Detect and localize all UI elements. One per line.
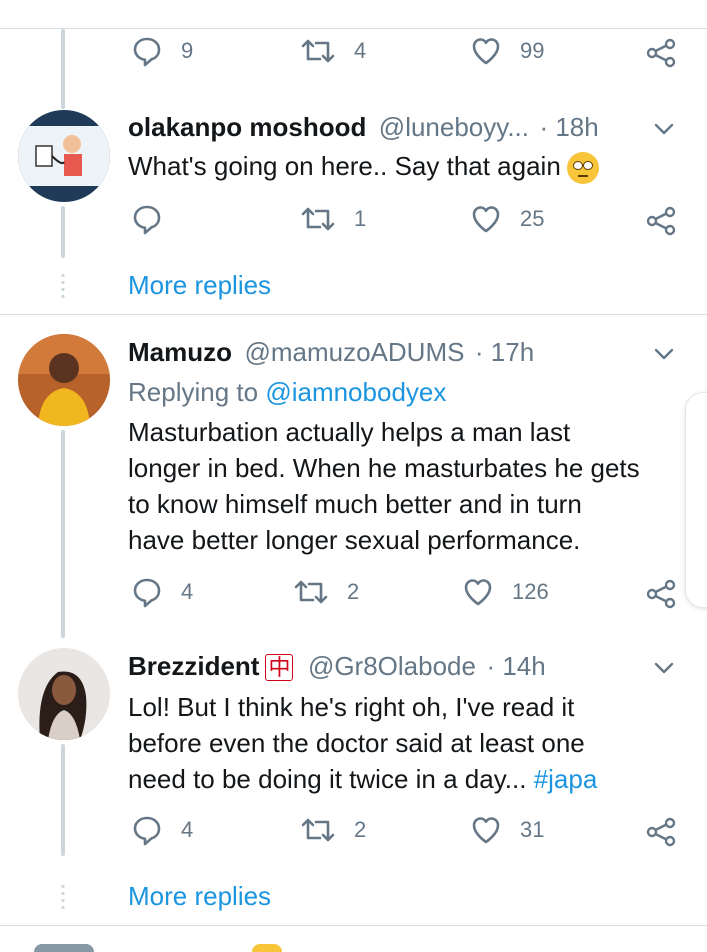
retweet-count: 4	[354, 38, 367, 63]
retweet-icon	[301, 818, 335, 842]
share-icon	[646, 817, 676, 847]
like-count: 126	[512, 579, 549, 604]
thread-divider-1	[0, 314, 707, 315]
retweet-button[interactable]: 4	[300, 35, 366, 67]
tweet-text-line: have better longer sexual performance.	[128, 525, 581, 555]
next-tweet-avatar-peek	[34, 944, 94, 952]
avatar-image	[18, 648, 110, 740]
user-handle[interactable]: @mamuzoADUMS	[244, 337, 464, 367]
retweet-icon	[301, 207, 335, 231]
retweet-count: 2	[354, 817, 367, 842]
tweet-actions: 9 4 99	[0, 35, 707, 75]
tweet-text-line-last: need to be doing it twice in a day... #j…	[128, 761, 688, 797]
tweet-text-line: Masturbation actually helps a man last	[128, 417, 571, 447]
rolling-eyes-emoji-icon	[566, 152, 599, 185]
tweet-time[interactable]: · 17h	[475, 337, 534, 367]
share-icon	[646, 206, 676, 236]
display-name[interactable]: Mamuzo	[128, 337, 232, 367]
thread-ellipsis-dots	[61, 883, 65, 911]
replying-to: Replying to @iamnobodyex	[128, 377, 446, 407]
display-name[interactable]: Brezzident	[128, 651, 259, 681]
tweet-actions: 4 2 126	[0, 576, 707, 616]
tweet-time[interactable]: · 14h	[486, 651, 545, 681]
like-button[interactable]: 126	[462, 576, 549, 608]
mahjong-emoji-badge: 中	[265, 654, 294, 681]
reply-icon	[133, 37, 161, 67]
heart-icon	[464, 579, 492, 606]
retweet-button[interactable]: 1	[300, 203, 366, 235]
tweet-header: olakanpo moshood @luneboyy... · 18h	[128, 112, 599, 147]
avatar[interactable]	[18, 648, 110, 740]
tweet-text-fragment: need to be doing it twice in a day...	[128, 764, 527, 794]
chevron-down-icon[interactable]	[653, 343, 675, 365]
share-icon	[646, 38, 676, 68]
chevron-down-icon[interactable]	[653, 118, 675, 140]
heart-icon	[472, 206, 500, 233]
heart-icon	[472, 38, 500, 65]
tweet-text: What's going on here.. Say that again	[128, 148, 688, 185]
user-handle[interactable]: @Gr8Olabode	[308, 651, 476, 681]
tweet-text-line: before even the doctor said at least one	[128, 728, 585, 758]
reply-button[interactable]: 4	[131, 576, 193, 608]
like-button[interactable]: 25	[470, 203, 544, 235]
tweet-text-line: Lol! But I think he's right oh, I've rea…	[128, 692, 575, 722]
like-count: 31	[520, 817, 545, 842]
reply-icon	[133, 816, 161, 846]
tweet-text-line: longer in bed. When he masturbates he ge…	[128, 453, 640, 483]
retweet-icon	[301, 39, 335, 63]
replying-to-handle[interactable]: @iamnobodyex	[265, 377, 446, 407]
share-button[interactable]	[645, 816, 677, 848]
like-button[interactable]: 31	[470, 814, 544, 846]
thread-divider-2	[0, 925, 707, 926]
avatar-image	[18, 110, 110, 202]
next-tweet-emoji-peek	[252, 944, 282, 952]
heart-icon	[472, 817, 500, 844]
more-replies-link[interactable]: More replies	[128, 270, 271, 301]
hashtag-link[interactable]: #japa	[534, 764, 598, 794]
thread-ellipsis-dots	[61, 272, 65, 300]
tweet-time[interactable]: · 18h	[539, 112, 598, 142]
chevron-down-icon[interactable]	[653, 657, 675, 679]
tweet-actions: 1 25	[0, 203, 707, 243]
tweet-text-line: to know himself much better and in turn	[128, 489, 582, 519]
retweet-button[interactable]: 2	[300, 814, 366, 846]
retweet-count: 1	[354, 206, 367, 231]
tweet-text: Lol! But I think he's right oh, I've rea…	[128, 689, 688, 797]
reply-count: 4	[181, 817, 194, 842]
like-count: 99	[520, 38, 545, 63]
replying-to-label: Replying to	[128, 377, 259, 407]
like-count: 25	[520, 206, 545, 231]
reply-button[interactable]	[131, 203, 163, 235]
reply-icon	[133, 205, 161, 235]
reply-button[interactable]: 9	[131, 35, 193, 67]
retweet-icon	[294, 580, 328, 604]
avatar[interactable]	[18, 334, 110, 426]
tweet-text-content: What's going on here.. Say that again	[128, 151, 561, 181]
tweet-actions: 4 2 31	[0, 814, 707, 854]
tweet-header: Brezzident 中 @Gr8Olabode · 14h	[128, 651, 546, 686]
top-divider	[0, 28, 707, 29]
reply-count: 4	[181, 579, 194, 604]
like-button[interactable]: 99	[470, 35, 544, 67]
tweet-header: Mamuzo @mamuzoADUMS · 17h	[128, 337, 534, 372]
user-handle[interactable]: @luneboyy...	[379, 112, 529, 142]
reply-icon	[133, 578, 161, 608]
share-button[interactable]	[645, 205, 677, 237]
retweet-count: 2	[347, 579, 360, 604]
share-button[interactable]	[645, 578, 677, 610]
more-replies-link[interactable]: More replies	[128, 881, 271, 912]
tweet-text: Masturbation actually helps a man last l…	[128, 414, 688, 558]
reply-button[interactable]: 4	[131, 814, 193, 846]
avatar-image	[18, 334, 110, 426]
avatar[interactable]	[18, 110, 110, 202]
retweet-button[interactable]: 2	[293, 576, 359, 608]
share-button[interactable]	[645, 37, 677, 69]
display-name[interactable]: olakanpo moshood	[128, 112, 366, 142]
reply-count: 9	[181, 38, 194, 63]
share-icon	[646, 579, 676, 609]
